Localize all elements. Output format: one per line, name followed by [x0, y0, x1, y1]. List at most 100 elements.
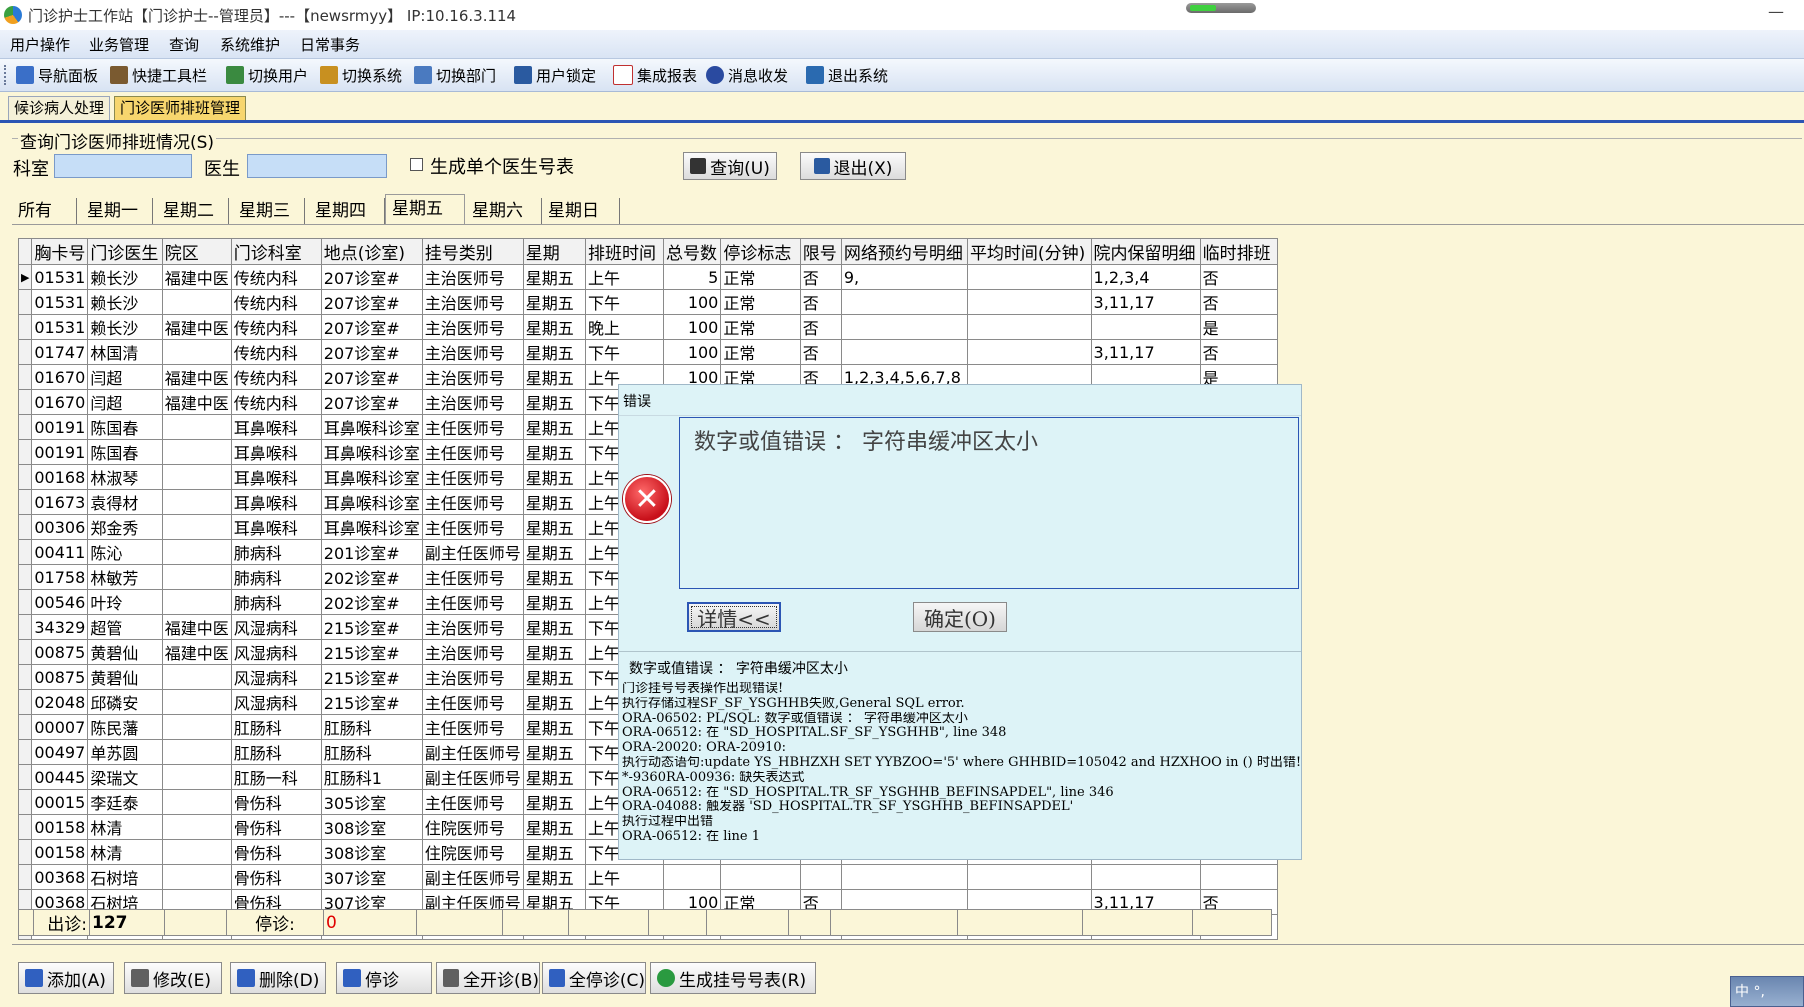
table-cell[interactable]: 308诊室	[320, 839, 423, 865]
table-cell[interactable]: 00875	[31, 639, 89, 665]
table-cell[interactable]: 星期五	[522, 639, 587, 665]
toolbar-switch-user-button[interactable]: 切换用户	[226, 64, 308, 86]
row-indicator[interactable]	[17, 289, 33, 315]
generate-register-table-button[interactable]: 生成挂号号表(R)	[650, 962, 816, 994]
table-cell[interactable]: 福建中医	[161, 364, 232, 390]
table-row[interactable]: 01531 赖长沙 传统内科 207诊室# 主治医师号 星期五 下午 100 正常否 3,11,1…	[17, 289, 1279, 315]
table-cell[interactable]	[161, 464, 232, 490]
table-cell[interactable]: 耳鼻喉科诊室	[320, 489, 423, 515]
row-indicator[interactable]	[17, 739, 33, 765]
table-cell[interactable]: 住院医师号	[421, 839, 524, 865]
table-row[interactable]: 00368 石树培 骨伤科 307诊室 副主任医师号 星期五 上午	[17, 864, 1279, 890]
table-cell[interactable]: 下午	[585, 339, 664, 365]
table-cell[interactable]	[1090, 314, 1201, 340]
table-cell[interactable]: 叶玲	[87, 589, 163, 615]
table-cell[interactable]	[161, 839, 232, 865]
row-indicator[interactable]	[17, 464, 33, 490]
tab-day-sunday[interactable]: 星期日	[542, 198, 620, 224]
table-cell[interactable]	[1199, 864, 1279, 890]
table-cell[interactable]: 主任医师号	[421, 439, 524, 465]
stop-all-button[interactable]: 全停诊(C)	[542, 962, 646, 994]
single-doctor-checkbox[interactable]	[410, 158, 423, 171]
table-cell[interactable]: 100	[662, 289, 722, 315]
table-cell[interactable]	[161, 514, 232, 540]
table-cell[interactable]: 否	[1199, 289, 1279, 315]
table-cell[interactable]: 02048	[31, 689, 89, 715]
table-cell[interactable]	[161, 539, 232, 565]
table-cell[interactable]: 星期五	[522, 489, 587, 515]
table-cell[interactable]: 福建中医	[161, 389, 232, 415]
column-header[interactable]: 停诊标志	[720, 238, 801, 265]
table-cell[interactable]: 主治医师号	[421, 614, 524, 640]
table-cell[interactable]: 34329	[31, 614, 89, 640]
row-indicator[interactable]	[17, 414, 33, 440]
table-cell[interactable]: 星期五	[522, 839, 587, 865]
table-cell[interactable]: 01531	[31, 314, 89, 340]
doctor-input[interactable]	[247, 154, 387, 178]
table-cell[interactable]	[720, 864, 801, 890]
table-cell[interactable]: 风湿病科	[230, 689, 322, 715]
column-header[interactable]: 总号数	[662, 238, 722, 265]
table-cell[interactable]: 星期五	[522, 864, 587, 890]
table-cell[interactable]: 01747	[31, 339, 89, 365]
table-cell[interactable]: 215诊室#	[320, 614, 423, 640]
tab-day-friday[interactable]: 星期五	[385, 194, 465, 224]
table-cell[interactable]	[161, 739, 232, 765]
table-cell[interactable]: 9,	[840, 264, 968, 290]
menu-system-maintenance[interactable]: 系统维护	[220, 34, 280, 55]
ok-button[interactable]: 确定(O)	[913, 602, 1007, 632]
table-cell[interactable]: 耳鼻喉科	[230, 514, 322, 540]
row-indicator[interactable]	[17, 564, 33, 590]
table-cell[interactable]: 01531	[31, 264, 89, 290]
table-cell[interactable]: 01531	[31, 289, 89, 315]
table-cell[interactable]	[161, 289, 232, 315]
table-cell[interactable]: 202诊室#	[320, 589, 423, 615]
toolbar-dashboard-button[interactable]: 导航面板	[16, 64, 98, 86]
table-cell[interactable]: 梁瑞文	[87, 764, 163, 790]
table-cell[interactable]	[161, 589, 232, 615]
table-cell[interactable]	[161, 489, 232, 515]
table-cell[interactable]: 黄碧仙	[87, 639, 163, 665]
add-button[interactable]: 添加(A)	[18, 962, 114, 994]
table-cell[interactable]: 否	[799, 339, 842, 365]
stop-clinic-button[interactable]: 停诊	[336, 962, 432, 994]
table-cell[interactable]	[662, 864, 722, 890]
row-indicator[interactable]	[17, 814, 33, 840]
table-cell[interactable]: 陈国春	[87, 439, 163, 465]
table-cell[interactable]: 01670	[31, 389, 89, 415]
table-cell[interactable]: 305诊室	[320, 789, 423, 815]
table-cell[interactable]	[161, 439, 232, 465]
table-cell[interactable]: 单苏圆	[87, 739, 163, 765]
table-cell[interactable]: 耳鼻喉科诊室	[320, 414, 423, 440]
table-cell[interactable]: 00497	[31, 739, 89, 765]
table-cell[interactable]	[966, 864, 1092, 890]
menu-daily-affairs[interactable]: 日常事务	[300, 34, 360, 55]
toolbar-messages-button[interactable]: 消息收发	[706, 64, 788, 86]
table-cell[interactable]: 陈民藩	[87, 714, 163, 740]
table-cell[interactable]: 308诊室	[320, 814, 423, 840]
table-cell[interactable]: 福建中医	[161, 639, 232, 665]
table-cell[interactable]	[161, 664, 232, 690]
table-cell[interactable]: 林清	[87, 814, 163, 840]
table-cell[interactable]: 00368	[31, 864, 89, 890]
table-cell[interactable]: 传统内科	[230, 364, 322, 390]
table-cell[interactable]: 肛肠科1	[320, 764, 423, 790]
table-cell[interactable]: 骨伤科	[230, 864, 322, 890]
table-cell[interactable]: 207诊室#	[320, 339, 423, 365]
table-cell[interactable]: 肺病科	[230, 539, 322, 565]
column-header[interactable]: 院区	[161, 238, 232, 265]
table-cell[interactable]: 是	[1199, 314, 1279, 340]
table-cell[interactable]: 骨伤科	[230, 789, 322, 815]
table-cell[interactable]	[161, 764, 232, 790]
table-cell[interactable]: 星期五	[522, 564, 587, 590]
table-cell[interactable]: 副主任医师号	[421, 764, 524, 790]
table-cell[interactable]: 01670	[31, 364, 89, 390]
table-cell[interactable]: 正常	[720, 289, 801, 315]
table-cell[interactable]: 正常	[720, 314, 801, 340]
table-cell[interactable]: 215诊室#	[320, 689, 423, 715]
table-cell[interactable]: 肛肠科	[320, 739, 423, 765]
table-cell[interactable]: 福建中医	[161, 314, 232, 340]
table-cell[interactable]: 副主任医师号	[421, 864, 524, 890]
row-indicator[interactable]	[17, 789, 33, 815]
table-cell[interactable]: 主任医师号	[421, 414, 524, 440]
